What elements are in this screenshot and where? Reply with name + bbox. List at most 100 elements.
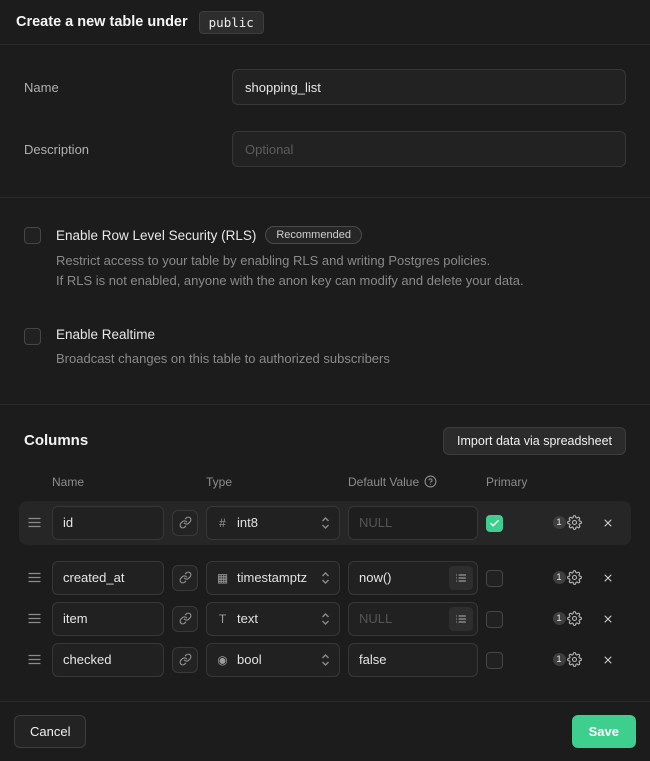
column-settings-button[interactable]: 1 <box>544 611 590 626</box>
select-chevrons-icon <box>321 571 330 585</box>
realtime-label: Enable Realtime <box>56 327 155 342</box>
realtime-content: Enable Realtime Broadcast changes on thi… <box>56 327 390 368</box>
link-cell <box>172 606 198 632</box>
column-type-value: bool <box>237 652 313 667</box>
remove-column-icon[interactable] <box>598 568 618 588</box>
rls-description-2: If RLS is not enabled, anyone with the a… <box>56 272 524 290</box>
name-cell <box>52 643 164 677</box>
gear-icon <box>567 570 582 585</box>
column-name-input[interactable] <box>52 643 164 677</box>
panel-title: Create a new table under <box>16 14 188 30</box>
calendar-icon: ▦ <box>216 571 229 585</box>
type-cell: ◉ bool <box>206 643 340 677</box>
settings-count-badge: 1 <box>553 516 566 529</box>
name-cell <box>52 506 164 540</box>
rls-checkbox[interactable] <box>24 227 41 244</box>
default-cell <box>348 506 478 540</box>
settings-count-badge: 1 <box>553 571 566 584</box>
primary-checkbox[interactable] <box>486 652 503 669</box>
default-column-header: Default Value <box>348 475 478 489</box>
default-header-label: Default Value <box>348 475 419 489</box>
link-cell <box>172 510 198 536</box>
default-value-input[interactable] <box>348 643 478 677</box>
foreign-key-link-icon[interactable] <box>172 565 198 591</box>
primary-checkbox[interactable] <box>486 570 503 587</box>
name-cell <box>52 561 164 595</box>
drag-handle-icon[interactable] <box>24 517 44 528</box>
close-cell <box>598 609 618 629</box>
primary-column-header: Primary <box>486 475 536 489</box>
default-cell <box>348 561 478 595</box>
columns-section-header: Columns Import data via spreadsheet <box>24 427 626 455</box>
table-name-input[interactable] <box>232 69 626 105</box>
column-type-value: int8 <box>237 515 313 530</box>
column-name-input[interactable] <box>52 602 164 636</box>
column-settings-button[interactable]: 1 <box>544 515 590 530</box>
remove-column-icon[interactable] <box>598 650 618 670</box>
foreign-key-link-icon[interactable] <box>172 510 198 536</box>
eye-icon: ◉ <box>216 653 229 667</box>
remove-column-icon[interactable] <box>598 609 618 629</box>
type-cell: Ttext <box>206 602 340 636</box>
drag-handle-icon[interactable] <box>24 613 44 624</box>
column-type-select[interactable]: ◉ bool <box>206 643 340 677</box>
table-description-input[interactable] <box>232 131 626 167</box>
close-cell <box>598 568 618 588</box>
default-cell <box>348 602 478 636</box>
columns-section: Columns Import data via spreadsheet Name… <box>0 405 650 701</box>
column-row: ▦ timestamptz 1 <box>24 561 626 595</box>
column-settings-button[interactable]: 1 <box>544 652 590 667</box>
select-chevrons-icon <box>321 612 330 626</box>
gear-icon <box>567 515 582 530</box>
default-suggestions-icon[interactable] <box>449 607 473 631</box>
column-type-value: text <box>237 611 313 626</box>
panel-footer: Cancel Save <box>0 701 650 761</box>
column-row: Ttext 1 <box>24 602 626 636</box>
cancel-button[interactable]: Cancel <box>14 715 86 748</box>
primary-checkbox[interactable] <box>486 611 503 628</box>
description-label: Description <box>24 142 232 157</box>
type-cell: ▦ timestamptz <box>206 561 340 595</box>
name-field-row: Name <box>24 69 626 105</box>
foreign-key-link-icon[interactable] <box>172 606 198 632</box>
column-row: #int8 1 <box>19 501 631 545</box>
name-column-header: Name <box>52 475 164 489</box>
column-type-select[interactable]: #int8 <box>206 506 340 540</box>
default-cell <box>348 643 478 677</box>
default-suggestions-icon[interactable] <box>449 566 473 590</box>
settings-count-badge: 1 <box>553 653 566 666</box>
primary-cell <box>486 651 536 669</box>
name-label: Name <box>24 80 232 95</box>
primary-cell <box>486 569 536 587</box>
column-type-value: timestamptz <box>237 570 313 585</box>
description-field-row: Description <box>24 131 626 167</box>
columns-title: Columns <box>24 432 88 449</box>
drag-handle-icon[interactable] <box>24 654 44 665</box>
panel-header: Create a new table under public <box>0 0 650 45</box>
gear-icon <box>567 611 582 626</box>
gear-icon <box>567 652 582 667</box>
foreign-key-link-icon[interactable] <box>172 647 198 673</box>
table-details-section: Name Description <box>0 45 650 198</box>
column-name-input[interactable] <box>52 561 164 595</box>
type-cell: #int8 <box>206 506 340 540</box>
remove-column-icon[interactable] <box>598 513 618 533</box>
close-cell <box>598 650 618 670</box>
column-type-select[interactable]: Ttext <box>206 602 340 636</box>
table-options-section: Enable Row Level Security (RLS) Recommen… <box>0 198 650 405</box>
column-type-select[interactable]: ▦ timestamptz <box>206 561 340 595</box>
column-name-input[interactable] <box>52 506 164 540</box>
rls-label: Enable Row Level Security (RLS) <box>56 228 256 243</box>
import-spreadsheet-button[interactable]: Import data via spreadsheet <box>443 427 626 455</box>
name-cell <box>52 602 164 636</box>
help-icon[interactable] <box>424 475 437 488</box>
create-table-panel: Create a new table under public Name Des… <box>0 0 650 761</box>
primary-checkbox[interactable] <box>486 515 503 532</box>
drag-handle-icon[interactable] <box>24 572 44 583</box>
columns-table-header: Name Type Default Value Primary <box>24 475 626 489</box>
primary-cell <box>486 610 536 628</box>
rls-option: Enable Row Level Security (RLS) Recommen… <box>24 226 626 289</box>
realtime-checkbox[interactable] <box>24 328 41 345</box>
save-button[interactable]: Save <box>572 715 636 748</box>
column-settings-button[interactable]: 1 <box>544 570 590 585</box>
